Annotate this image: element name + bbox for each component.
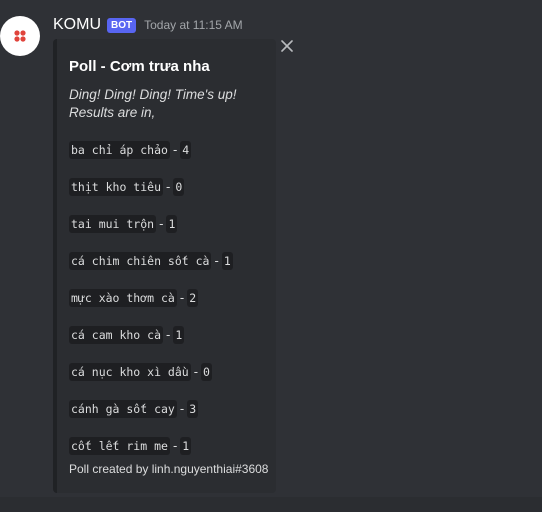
poll-separator: - <box>214 253 219 268</box>
poll-separator: - <box>166 327 171 342</box>
poll-separator: - <box>172 142 178 157</box>
poll-option-label: cá chim chiên sốt cà <box>69 252 212 270</box>
bottom-strip <box>0 497 542 512</box>
komu-logo-icon <box>14 30 26 42</box>
poll-option-votes: 3 <box>187 400 199 418</box>
bot-badge: BOT <box>107 17 137 33</box>
poll-option-label: cánh gà sốt cay <box>69 400 177 418</box>
poll-option-label: thịt kho tiêu <box>69 178 164 196</box>
poll-option-label: ba chỉ áp chảo <box>69 141 170 159</box>
poll-option-label: cốt lết rim me <box>69 437 170 455</box>
poll-option-votes: 0 <box>173 178 185 196</box>
poll-option: tai mui trộn - 1 <box>69 215 233 252</box>
poll-option-votes: 1 <box>173 326 185 344</box>
poll-separator: - <box>193 364 199 379</box>
poll-option-label: mực xào thơm cà <box>69 289 177 307</box>
poll-option-votes: 4 <box>180 141 192 159</box>
poll-results-list: ba chỉ áp chảo - 4 thịt kho tiêu - 0 tai… <box>69 141 233 474</box>
poll-option-votes: 1 <box>180 437 192 455</box>
poll-option: cá cam kho cà - 1 <box>69 326 233 363</box>
poll-option: ba chỉ áp chảo - 4 <box>69 141 233 178</box>
poll-option: thịt kho tiêu - 0 <box>69 178 233 215</box>
poll-option-label: tai mui trộn <box>69 215 157 233</box>
message-timestamp: Today at 11:15 AM <box>144 18 243 32</box>
embed-title: Poll - Cơm trưa nha <box>69 58 210 75</box>
poll-option: cá nục kho xì dầu - 0 <box>69 363 233 400</box>
poll-option-votes: 2 <box>187 289 199 307</box>
embed-description: Ding! Ding! Ding! Time's up! Results are… <box>69 87 237 120</box>
poll-option-label: cá cam kho cà <box>69 326 164 344</box>
poll-option: cá chim chiên sốt cà - 1 <box>69 252 233 289</box>
poll-option-votes: 0 <box>201 363 212 381</box>
message-header: KOMU BOT Today at 11:15 AM <box>53 14 243 36</box>
poll-separator: - <box>179 290 185 305</box>
poll-separator: - <box>166 179 171 194</box>
poll-option-label: cá nục kho xì dầu <box>69 363 191 381</box>
close-button[interactable] <box>279 38 295 54</box>
poll-option-votes: 1 <box>166 215 178 233</box>
close-icon <box>281 40 293 52</box>
poll-option: mực xào thơm cà - 2 <box>69 289 233 326</box>
poll-separator: - <box>179 401 185 416</box>
avatar[interactable] <box>0 16 40 56</box>
embed-footer: Poll created by linh.nguyenthiai#3608 <box>69 462 269 476</box>
poll-option: cánh gà sốt cay - 3 <box>69 400 233 437</box>
poll-embed: Poll - Cơm trưa nha Ding! Ding! Ding! Ti… <box>53 39 276 493</box>
poll-separator: - <box>172 438 178 453</box>
poll-option-votes: 1 <box>221 252 233 270</box>
poll-separator: - <box>159 216 164 231</box>
author-name[interactable]: KOMU <box>53 16 101 34</box>
